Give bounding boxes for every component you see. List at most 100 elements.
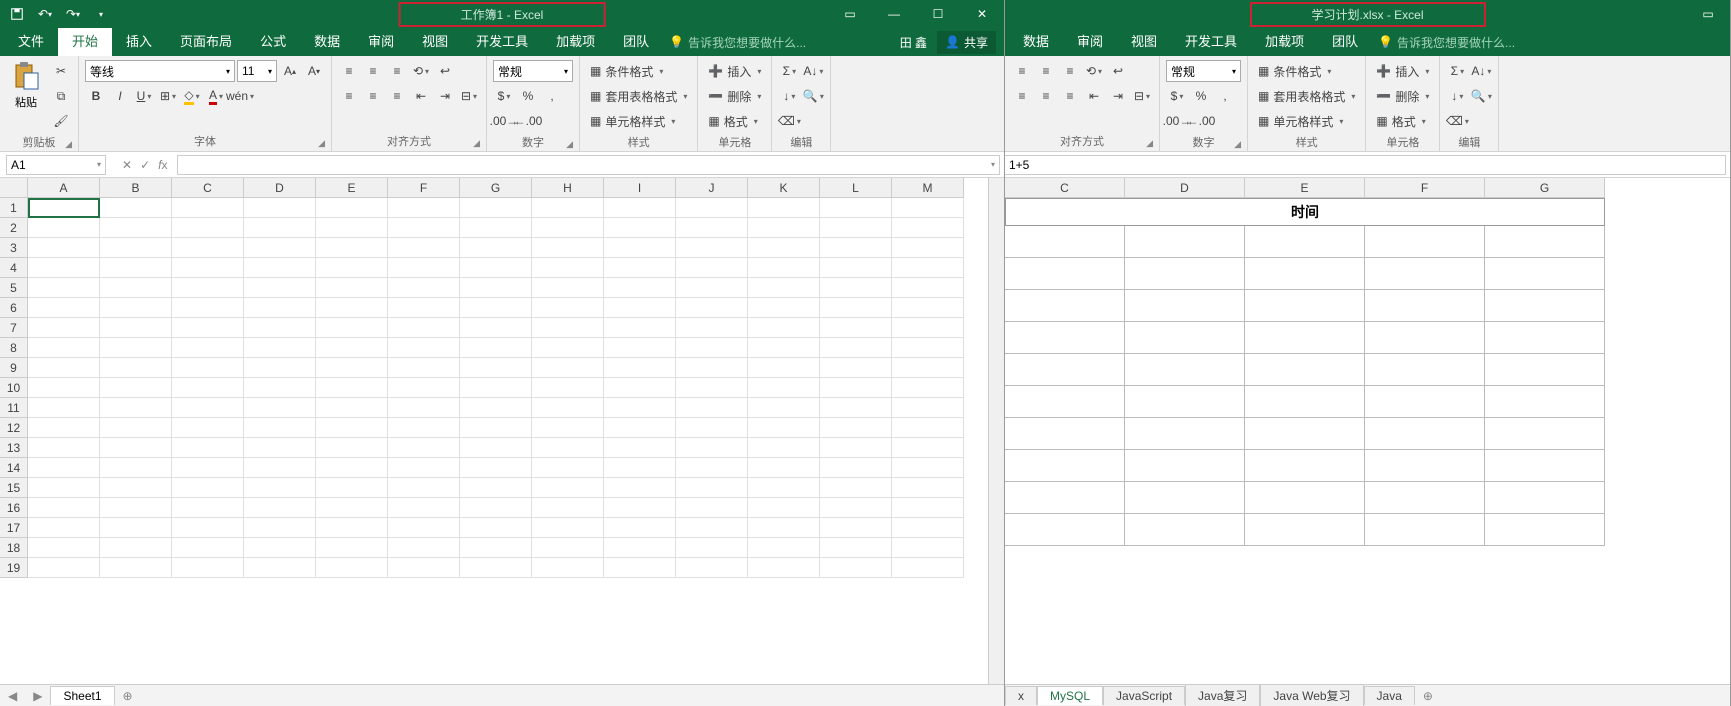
cell[interactable]: [1365, 450, 1485, 482]
cell[interactable]: [820, 558, 892, 578]
cell[interactable]: [460, 458, 532, 478]
percent-icon[interactable]: %: [1190, 85, 1212, 107]
launcher-icon[interactable]: ◢: [473, 138, 480, 149]
row-header[interactable]: 17: [0, 518, 28, 538]
cell[interactable]: [820, 518, 892, 538]
cell[interactable]: [388, 558, 460, 578]
comma-icon[interactable]: ,: [1214, 85, 1236, 107]
cell[interactable]: [676, 238, 748, 258]
decrease-decimal-icon[interactable]: ←.00: [1190, 110, 1212, 132]
align-right-icon[interactable]: ≡: [386, 85, 408, 107]
cell[interactable]: [460, 318, 532, 338]
cell[interactable]: [604, 558, 676, 578]
cell[interactable]: [532, 378, 604, 398]
cell[interactable]: [1365, 386, 1485, 418]
tab-addins[interactable]: 加载项: [542, 28, 609, 56]
cell[interactable]: [604, 418, 676, 438]
cell[interactable]: [1125, 354, 1245, 386]
cell[interactable]: [748, 538, 820, 558]
cell[interactable]: [604, 258, 676, 278]
cell[interactable]: [1245, 450, 1365, 482]
cell[interactable]: [1125, 450, 1245, 482]
cell[interactable]: [1005, 226, 1125, 258]
row-header[interactable]: 10: [0, 378, 28, 398]
cell[interactable]: [388, 538, 460, 558]
cell[interactable]: [172, 458, 244, 478]
cell[interactable]: [172, 238, 244, 258]
cell[interactable]: [460, 258, 532, 278]
row-header[interactable]: 15: [0, 478, 28, 498]
redo-icon[interactable]: ↷▾: [60, 1, 86, 27]
font-color-icon[interactable]: A: [205, 85, 227, 107]
cell[interactable]: [28, 538, 100, 558]
cell[interactable]: [748, 498, 820, 518]
cell[interactable]: [892, 378, 964, 398]
cell[interactable]: [388, 518, 460, 538]
cell[interactable]: [244, 258, 316, 278]
autosum-icon[interactable]: Σ: [1446, 60, 1468, 82]
column-header[interactable]: E: [316, 178, 388, 198]
format-cells-button[interactable]: ▦ 格式: [1372, 110, 1433, 132]
cell[interactable]: [244, 498, 316, 518]
align-center-icon[interactable]: ≡: [362, 85, 384, 107]
cell[interactable]: [388, 198, 460, 218]
cell[interactable]: [604, 538, 676, 558]
add-sheet-icon[interactable]: ⊕: [1415, 689, 1441, 703]
cell[interactable]: [460, 238, 532, 258]
currency-icon[interactable]: $: [1166, 85, 1188, 107]
sheet-nav-prev-icon[interactable]: ◀: [0, 689, 25, 703]
cell[interactable]: [28, 418, 100, 438]
align-top-icon[interactable]: ≡: [1011, 60, 1033, 82]
tab-developer[interactable]: 开发工具: [462, 28, 542, 56]
cell[interactable]: [820, 198, 892, 218]
cell[interactable]: [1245, 354, 1365, 386]
fill-icon[interactable]: ↓: [1446, 85, 1468, 107]
cell[interactable]: [388, 458, 460, 478]
cell[interactable]: [1245, 226, 1365, 258]
cell[interactable]: [100, 538, 172, 558]
cell[interactable]: [100, 238, 172, 258]
cell[interactable]: [316, 358, 388, 378]
cell[interactable]: [172, 378, 244, 398]
border-icon[interactable]: ⊞: [157, 85, 179, 107]
cell[interactable]: [604, 318, 676, 338]
cell[interactable]: [316, 438, 388, 458]
row-header[interactable]: 18: [0, 538, 28, 558]
cell[interactable]: [748, 218, 820, 238]
cell[interactable]: [532, 538, 604, 558]
row-header[interactable]: 4: [0, 258, 28, 278]
cell[interactable]: [316, 478, 388, 498]
sheet-tab[interactable]: Java Web复习: [1260, 684, 1363, 706]
copy-icon[interactable]: ⧉: [50, 85, 72, 107]
align-bottom-icon[interactable]: ≡: [386, 60, 408, 82]
cell[interactable]: [892, 418, 964, 438]
cell[interactable]: [604, 398, 676, 418]
cell[interactable]: [604, 498, 676, 518]
cell[interactable]: [532, 398, 604, 418]
cell[interactable]: [892, 478, 964, 498]
cell[interactable]: [1005, 258, 1125, 290]
cells-area[interactable]: [28, 198, 988, 684]
cell[interactable]: [892, 558, 964, 578]
cell[interactable]: [28, 298, 100, 318]
cell[interactable]: [316, 498, 388, 518]
cell[interactable]: [316, 418, 388, 438]
cell[interactable]: [676, 458, 748, 478]
decrease-font-icon[interactable]: A▾: [303, 60, 325, 82]
cell[interactable]: [820, 238, 892, 258]
cell[interactable]: [748, 238, 820, 258]
cell[interactable]: [1245, 322, 1365, 354]
column-header[interactable]: G: [1485, 178, 1605, 198]
align-middle-icon[interactable]: ≡: [1035, 60, 1057, 82]
tab-file[interactable]: 文件: [4, 28, 58, 56]
row-header[interactable]: 12: [0, 418, 28, 438]
cell[interactable]: [820, 478, 892, 498]
cell[interactable]: [892, 358, 964, 378]
cell[interactable]: [676, 358, 748, 378]
indent-increase-icon[interactable]: ⇥: [434, 85, 456, 107]
cell[interactable]: [172, 538, 244, 558]
cell[interactable]: [316, 398, 388, 418]
clear-icon[interactable]: ⌫: [778, 110, 800, 132]
orientation-icon[interactable]: ⟲: [410, 60, 432, 82]
cell[interactable]: [604, 198, 676, 218]
